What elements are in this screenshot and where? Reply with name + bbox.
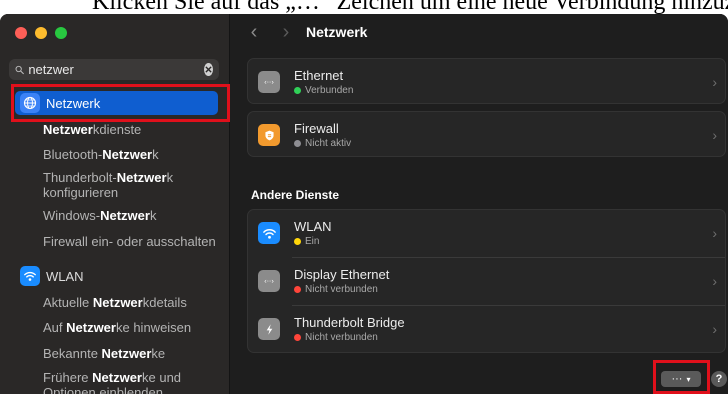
service-row-thunderbolt-bridge[interactable]: Thunderbolt Bridge Nicht verbunden ›	[248, 306, 725, 352]
sidebar-item-wlan[interactable]: WLAN	[20, 266, 84, 286]
ethernet-icon: ‹··›	[258, 71, 280, 93]
service-name: WLAN	[294, 218, 332, 234]
sidebar-subitem-netzwerke-hinweisen[interactable]: Auf Netzwerke hinweisen	[43, 320, 191, 335]
sidebar-subitem-bluetooth-netzwerk[interactable]: Bluetooth-Netzwerk	[43, 147, 159, 162]
wifi-icon	[20, 266, 40, 286]
sidebar-item-netzwerk[interactable]: Netzwerk	[15, 91, 218, 115]
window-controls	[15, 27, 67, 39]
service-status: Nicht verbunden	[305, 331, 378, 343]
service-row-wlan[interactable]: WLAN Ein ›	[248, 210, 725, 256]
sidebar-subitem-thunderbolt-netzwerk[interactable]: Thunderbolt-Netzwerk konfigurieren	[43, 170, 173, 200]
sidebar-subitem-firewall[interactable]: Firewall ein- oder ausschalten	[43, 234, 216, 249]
chevron-right-icon: ›	[712, 273, 717, 289]
sidebar-subitem-netzwerkdienste[interactable]: Netzwerkdienste	[43, 122, 141, 137]
page-title: Netzwerk	[306, 24, 368, 40]
forward-chevron-icon[interactable]: ›	[276, 21, 296, 44]
toolbar: ‹ › Netzwerk	[230, 14, 728, 50]
sidebar-subitem-aktuelle-netzwerkdetails[interactable]: Aktuelle Netzwerkdetails	[43, 295, 187, 310]
service-row-firewall[interactable]: Firewall Nicht aktiv ›	[248, 112, 725, 158]
sidebar-subitem-windows-netzwerk[interactable]: Windows-Netzwerk	[43, 208, 156, 223]
chevron-right-icon: ›	[712, 321, 717, 337]
sidebar-item-label: WLAN	[46, 268, 84, 284]
chevron-right-icon: ›	[712, 74, 717, 90]
service-status: Ein	[305, 235, 320, 247]
firewall-card: Firewall Nicht aktiv ›	[247, 111, 726, 157]
sidebar-item-label: Netzwerk	[46, 95, 101, 111]
help-button[interactable]: ?	[711, 371, 727, 387]
service-status: Nicht verbunden	[305, 283, 378, 295]
clear-search-icon[interactable]	[204, 63, 213, 76]
service-status: Verbunden	[305, 84, 354, 96]
service-row-ethernet[interactable]: ‹··› Ethernet Verbunden ›	[248, 59, 725, 105]
chevron-right-icon: ›	[712, 127, 717, 143]
search-icon	[15, 65, 24, 74]
sidebar-subitem-bekannte-netzwerke[interactable]: Bekannte Netzwerke	[43, 346, 165, 361]
main-pane: ‹ › Netzwerk ‹··› Ethernet Verbunden › F…	[230, 14, 728, 394]
svg-text:‹··›: ‹··›	[264, 79, 274, 87]
status-dot-red	[294, 285, 301, 293]
wifi-icon	[258, 222, 280, 244]
status-dot-gray	[294, 139, 301, 147]
search-field[interactable]	[9, 59, 219, 80]
service-name: Thunderbolt Bridge	[294, 314, 405, 330]
service-name: Firewall	[294, 120, 339, 136]
sidebar: Netzwerk Netzwerkdienste Bluetooth-Netzw…	[0, 14, 230, 394]
service-name: Ethernet	[294, 67, 344, 83]
ethernet-icon: ‹··›	[258, 270, 280, 292]
section-title: Andere Dienste	[251, 188, 340, 202]
caption-text: Klicken Sie auf das „…“ Zeichen um eine …	[92, 0, 728, 15]
status-dot-red	[294, 333, 301, 341]
globe-icon	[20, 93, 40, 113]
other-services-card: WLAN Ein › ‹··› Display Ethernet Nicht v…	[247, 209, 726, 353]
svg-text:‹··›: ‹··›	[264, 278, 274, 286]
ethernet-card: ‹··› Ethernet Verbunden ›	[247, 58, 726, 104]
firewall-icon	[258, 124, 280, 146]
ellipsis-icon: ···	[671, 373, 683, 385]
service-status: Nicht aktiv	[305, 137, 352, 149]
close-window-button[interactable]	[15, 27, 27, 39]
service-row-display-ethernet[interactable]: ‹··› Display Ethernet Nicht verbunden ›	[248, 258, 725, 304]
service-name: Display Ethernet	[294, 266, 390, 282]
settings-window: Netzwerk Netzwerkdienste Bluetooth-Netzw…	[0, 14, 728, 394]
sidebar-subitem-fruehere-netzwerke[interactable]: Frühere Netzwerke und Optionen einblende…	[43, 370, 181, 394]
more-options-button[interactable]: ··· ▾	[661, 371, 701, 387]
chevron-right-icon: ›	[712, 225, 717, 241]
search-input[interactable]	[28, 62, 205, 77]
thunderbolt-icon	[258, 318, 280, 340]
status-dot-green	[294, 86, 301, 94]
zoom-window-button[interactable]	[55, 27, 67, 39]
chevron-down-icon: ▾	[686, 374, 691, 384]
status-dot-yellow	[294, 237, 301, 245]
minimize-window-button[interactable]	[35, 27, 47, 39]
back-chevron-icon[interactable]: ‹	[244, 21, 264, 44]
